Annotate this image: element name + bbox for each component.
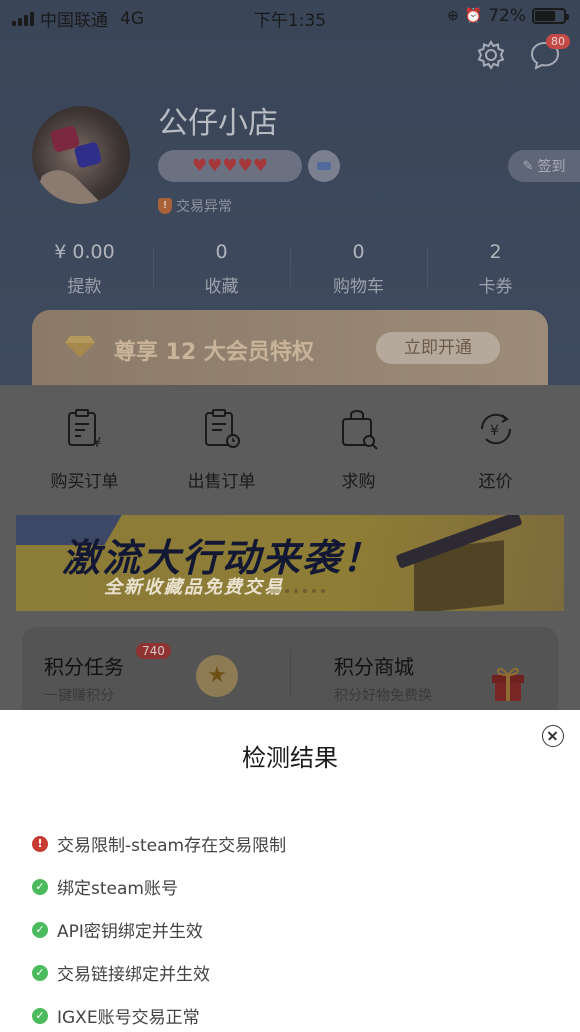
result-list: ! 交易限制-steam存在交易限制 ✓ 绑定steam账号 ✓ API密钥绑定… bbox=[32, 822, 286, 1032]
battery-icon bbox=[532, 8, 569, 24]
profile-header: 中国联通 4G 下午1:35 ⊕ ⏰ 72% 80 公仔小店 ♥♥♥♥♥ ! 交… bbox=[0, 0, 580, 385]
quick-action-label: 求购 bbox=[341, 472, 376, 492]
checkin-label: 签到 bbox=[537, 159, 566, 175]
points-tasks-subtitle: 一键赚积分 bbox=[44, 688, 114, 704]
points-mall-title[interactable]: 积分商城 bbox=[334, 651, 414, 680]
svg-text:¥: ¥ bbox=[490, 423, 499, 439]
carousel-dots bbox=[270, 589, 325, 593]
result-item: ! 交易限制-steam存在交易限制 bbox=[32, 822, 286, 865]
messages-button[interactable]: 80 bbox=[528, 34, 570, 72]
points-card: 积分任务 740 一键赚积分 ★ 积分商城 积分好物免费换 bbox=[22, 627, 558, 710]
result-item: ✓ 交易链接绑定并生效 bbox=[32, 951, 286, 994]
want-to-buy-button[interactable]: 求购 bbox=[290, 407, 427, 492]
result-text: 绑定steam账号 bbox=[57, 879, 178, 899]
diamond-icon bbox=[65, 336, 95, 357]
result-item: ✓ 绑定steam账号 bbox=[32, 865, 286, 908]
purchase-orders-button[interactable]: ¥ 购买订单 bbox=[16, 407, 153, 492]
sell-orders-button[interactable]: 出售订单 bbox=[153, 407, 290, 492]
level-badge-icon bbox=[308, 150, 340, 182]
error-icon: ! bbox=[32, 835, 48, 852]
shop-name: 公仔小店 bbox=[158, 106, 278, 141]
quick-actions: ¥ 购买订单 出售订单 求购 ¥ 还价 bbox=[16, 407, 564, 492]
stat-label: 购物车 bbox=[333, 277, 384, 297]
stat-label: 收藏 bbox=[204, 277, 239, 297]
trade-status-label: 交易异常 bbox=[176, 199, 232, 215]
stat-withdraw[interactable]: ¥ 0.00 提款 bbox=[16, 238, 153, 297]
feather-icon: ✎ bbox=[522, 158, 534, 174]
main-content: ¥ 购买订单 出售订单 求购 ¥ 还价 激流大行动来袭！ 全新收藏品免费交易 积… bbox=[0, 385, 580, 710]
message-count-badge: 80 bbox=[546, 34, 570, 49]
check-icon: ✓ bbox=[32, 921, 48, 938]
quick-action-label: 购买订单 bbox=[50, 472, 119, 492]
result-text: 交易链接绑定并生效 bbox=[57, 965, 210, 985]
stat-favorites[interactable]: 0 收藏 bbox=[153, 238, 290, 297]
star-icon: ★ bbox=[196, 655, 238, 697]
points-tasks-badge: 740 bbox=[136, 643, 171, 659]
avatar[interactable] bbox=[32, 106, 130, 204]
gift-icon bbox=[492, 667, 524, 701]
avatar-image bbox=[32, 126, 102, 204]
vip-banner[interactable]: 尊享 12 大会员特权 立即开通 bbox=[32, 310, 548, 385]
detection-result-dialog: 检测结果 ! 交易限制-steam存在交易限制 ✓ 绑定steam账号 ✓ AP… bbox=[0, 710, 580, 1032]
stat-label: 提款 bbox=[67, 277, 102, 297]
promo-subtitle: 全新收藏品免费交易 bbox=[104, 577, 284, 598]
check-icon: ✓ bbox=[32, 964, 48, 981]
status-bar: 中国联通 4G 下午1:35 ⊕ ⏰ 72% bbox=[0, 0, 580, 34]
result-text: 交易限制-steam存在交易限制 bbox=[57, 836, 287, 856]
counter-offer-button[interactable]: ¥ 还价 bbox=[427, 407, 564, 492]
promo-banner[interactable]: 激流大行动来袭！ 全新收藏品免费交易 bbox=[16, 515, 564, 611]
result-item: ✓ IGXE账号交易正常 bbox=[32, 994, 286, 1032]
check-icon: ✓ bbox=[32, 1007, 48, 1024]
sell-order-icon bbox=[204, 409, 240, 448]
stat-value: ¥ 0.00 bbox=[54, 241, 115, 263]
purchase-order-icon: ¥ bbox=[67, 409, 101, 451]
want-to-buy-icon bbox=[341, 409, 378, 450]
points-tasks-title[interactable]: 积分任务 bbox=[44, 651, 124, 680]
lock-rotation-icon: ⊕ bbox=[447, 8, 459, 24]
stat-value: 0 bbox=[352, 241, 365, 263]
battery-percent: 72% bbox=[488, 6, 526, 26]
alarm-icon: ⏰ bbox=[464, 8, 483, 24]
vip-text: 尊享 12 大会员特权 bbox=[114, 340, 314, 365]
stat-coupons[interactable]: 2 卡券 bbox=[427, 238, 564, 297]
result-item: ✓ API密钥绑定并生效 bbox=[32, 908, 286, 951]
credit-hearts: ♥♥♥♥♥ bbox=[158, 150, 302, 182]
points-mall-subtitle: 积分好物免费换 bbox=[334, 688, 432, 704]
stat-cart[interactable]: 0 购物车 bbox=[290, 238, 427, 297]
check-icon: ✓ bbox=[32, 878, 48, 895]
settings-button[interactable] bbox=[474, 38, 508, 72]
counter-offer-icon: ¥ bbox=[480, 413, 511, 445]
svg-text:¥: ¥ bbox=[93, 436, 101, 451]
quick-action-label: 还价 bbox=[478, 472, 513, 492]
stats-row: ¥ 0.00 提款 0 收藏 0 购物车 2 卡券 bbox=[16, 238, 564, 297]
checkin-button[interactable]: ✎ 签到 bbox=[508, 150, 580, 182]
quick-action-label: 出售订单 bbox=[187, 472, 256, 492]
warning-shield-icon: ! bbox=[158, 198, 172, 214]
stat-value: 0 bbox=[215, 241, 228, 263]
stat-label: 卡券 bbox=[478, 277, 513, 297]
stat-value: 2 bbox=[489, 241, 502, 263]
vip-activate-button[interactable]: 立即开通 bbox=[376, 332, 500, 364]
result-text: API密钥绑定并生效 bbox=[57, 922, 203, 942]
result-text: IGXE账号交易正常 bbox=[57, 1008, 200, 1028]
gear-icon bbox=[477, 40, 505, 70]
dialog-title: 检测结果 bbox=[242, 744, 338, 772]
trade-status[interactable]: ! 交易异常 bbox=[158, 196, 232, 216]
